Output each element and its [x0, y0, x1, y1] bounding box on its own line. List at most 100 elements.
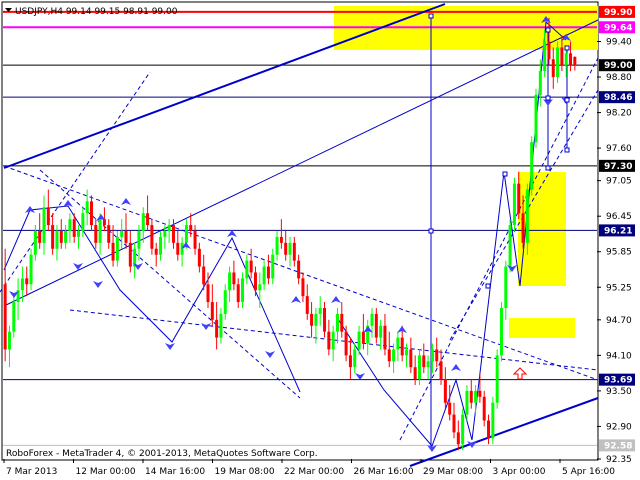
candle-body — [521, 213, 525, 243]
candle-body — [383, 325, 387, 350]
target-marker — [564, 45, 570, 51]
candle-body — [150, 225, 154, 249]
candle-body — [215, 319, 219, 338]
candle-body — [176, 242, 180, 255]
candle-body — [495, 355, 499, 403]
target-marker — [428, 228, 434, 234]
candle-body — [98, 219, 102, 243]
candle-body — [465, 390, 469, 415]
candle-body — [379, 325, 383, 338]
candle-body — [33, 231, 37, 255]
candle-body — [241, 278, 245, 303]
candle-body — [387, 349, 391, 362]
candle-body — [370, 313, 374, 326]
candle-body — [504, 266, 508, 308]
target-marker — [545, 95, 551, 101]
candle-body — [59, 231, 63, 243]
price-level-label: 96.21 — [604, 226, 632, 236]
candle-body — [435, 349, 439, 362]
candle-body — [508, 225, 512, 267]
time-tick-label: 5 Apr 16:00 — [562, 467, 615, 477]
time-tick-label: 22 Mar 00:00 — [284, 467, 344, 477]
candle-body — [146, 213, 150, 226]
price-tick-label: 92.90 — [606, 422, 632, 432]
candle-body — [327, 331, 331, 350]
candle-body — [430, 349, 434, 362]
price-tick-label: 95.25 — [606, 283, 632, 293]
candle-body — [478, 390, 482, 397]
candle-body — [543, 41, 547, 72]
candle-body — [361, 331, 365, 344]
candle-body — [236, 284, 240, 303]
price-tick-label: 93.50 — [606, 387, 632, 397]
candle-body — [487, 420, 491, 439]
candle-body — [547, 41, 551, 60]
candle-body — [266, 266, 270, 279]
price-level-label: 93.69 — [604, 376, 632, 386]
target-marker — [428, 13, 434, 19]
time-tick-label: 12 Mar 00:00 — [76, 467, 136, 477]
candle-body — [556, 47, 560, 78]
candle-body — [85, 201, 89, 214]
candle-body — [206, 284, 210, 303]
candle-body — [564, 53, 568, 66]
candle-body — [348, 355, 352, 368]
price-level-label: 97.30 — [604, 162, 632, 172]
target-marker — [485, 283, 491, 289]
candle-body — [400, 337, 404, 356]
candle-body — [409, 349, 413, 368]
price-level-label: 92.58 — [604, 441, 632, 451]
time-tick-label: 14 Mar 16:00 — [145, 467, 205, 477]
price-tick-label: 98.80 — [606, 73, 632, 83]
candle-body — [551, 59, 555, 78]
candle-body — [569, 53, 573, 66]
price-level-label: 99.64 — [604, 23, 632, 33]
time-tick-label: 19 Mar 08:00 — [215, 467, 275, 477]
candle-body — [413, 367, 417, 380]
candle-body — [202, 266, 206, 285]
candle-body — [271, 254, 275, 279]
candle-body — [219, 313, 223, 338]
candle-body — [167, 225, 171, 231]
candle-body — [344, 331, 348, 356]
target-marker — [564, 147, 570, 153]
candle-body — [180, 242, 184, 255]
candle-body — [94, 225, 98, 243]
time-tick-label: 26 Mar 16:00 — [354, 467, 414, 477]
price-tick-label: 94.10 — [606, 351, 632, 361]
candle-body — [331, 331, 335, 350]
candle-body — [38, 231, 42, 243]
candle-body — [46, 207, 50, 226]
candle-body — [249, 260, 253, 273]
candle-body — [335, 313, 339, 332]
chart-title-text: USDJPY,H4 99.14 99.15 98.91 99.00 — [15, 7, 178, 17]
candle-body — [228, 272, 232, 291]
candle-body — [517, 183, 521, 214]
price-tick-label: 99.40 — [606, 37, 632, 47]
candle-body — [452, 414, 456, 433]
candle-body — [124, 231, 128, 243]
candle-body — [482, 396, 486, 421]
candle-body — [89, 201, 93, 226]
candle-body — [525, 189, 529, 243]
candle-body — [115, 236, 119, 261]
candle-body — [245, 260, 249, 279]
time-tick-label: 7 Mar 2013 — [6, 467, 57, 477]
candle-body — [223, 290, 227, 314]
candle-body — [253, 272, 257, 291]
time-axis: 7 Mar 2013 12 Mar 00:00 14 Mar 16:00 19 Mar… — [3, 459, 615, 477]
candle-body — [210, 302, 214, 320]
candle-body — [396, 337, 400, 350]
candle-body — [439, 361, 443, 380]
time-tick-label: 3 Apr 00:00 — [493, 467, 546, 477]
target-marker — [545, 27, 551, 33]
price-level-label: 99.00 — [604, 61, 632, 71]
candle-body — [448, 402, 452, 415]
candle-body — [443, 379, 447, 403]
candle-body — [279, 236, 283, 243]
candle-body — [353, 349, 357, 368]
target-marker — [502, 171, 508, 177]
price-level-label: 98.46 — [604, 93, 632, 103]
candle-body — [469, 390, 473, 403]
price-tick-label: 94.70 — [606, 316, 632, 326]
